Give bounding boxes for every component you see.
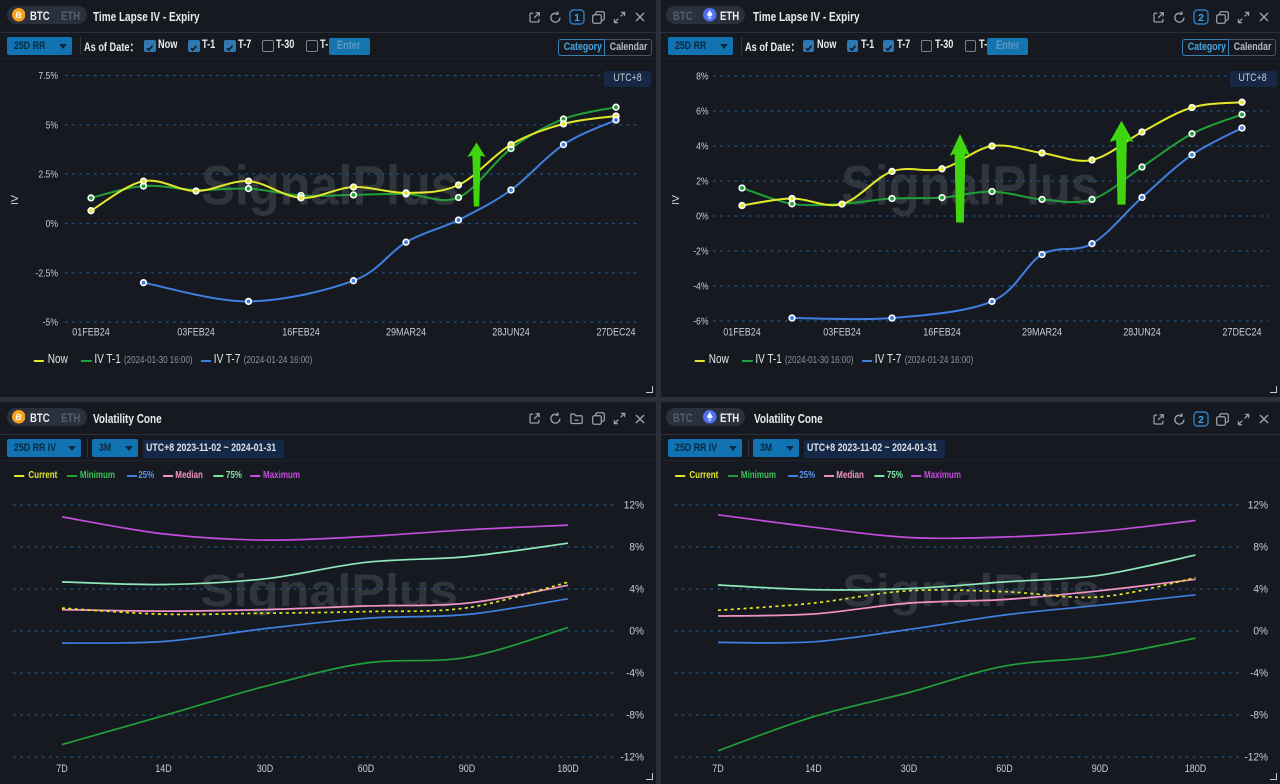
svg-text:60D: 60D <box>358 763 375 775</box>
svg-text:16FEB24: 16FEB24 <box>282 327 320 339</box>
svg-text:-12%: -12% <box>1244 752 1268 764</box>
svg-text:28JUN24: 28JUN24 <box>492 327 530 339</box>
svg-text:180D: 180D <box>557 763 579 775</box>
svg-text:90D: 90D <box>459 763 476 775</box>
svg-text:30D: 30D <box>257 763 274 775</box>
svg-text:2: 2 <box>1198 12 1204 24</box>
svg-text:29MAR24: 29MAR24 <box>386 327 426 339</box>
svg-text:2%: 2% <box>696 176 708 188</box>
svg-text:27DEC24: 27DEC24 <box>1222 327 1261 339</box>
svg-text:1: 1 <box>574 12 580 24</box>
svg-text:-4%: -4% <box>1250 668 1268 680</box>
svg-text:-2%: -2% <box>693 246 708 258</box>
svg-text:28JUN24: 28JUN24 <box>1123 327 1161 339</box>
svg-text:8%: 8% <box>696 71 708 83</box>
svg-text:2.5%: 2.5% <box>38 169 58 181</box>
svg-text:30D: 30D <box>901 763 918 775</box>
svg-text:-4%: -4% <box>693 281 708 293</box>
svg-text:90D: 90D <box>1092 763 1109 775</box>
svg-text:-5%: -5% <box>43 317 58 329</box>
svg-text:-8%: -8% <box>1250 710 1268 722</box>
svg-text:4%: 4% <box>629 584 644 596</box>
svg-text:03FEB24: 03FEB24 <box>823 327 861 339</box>
svg-text:03FEB24: 03FEB24 <box>177 327 215 339</box>
svg-text:7D: 7D <box>712 763 724 775</box>
svg-text:14D: 14D <box>805 763 822 775</box>
svg-text:16FEB24: 16FEB24 <box>923 327 961 339</box>
svg-text:8%: 8% <box>1253 542 1268 554</box>
svg-text:IV: IV <box>9 195 21 205</box>
svg-text:0%: 0% <box>1253 626 1268 638</box>
svg-text:01FEB24: 01FEB24 <box>723 327 761 339</box>
svg-text:14D: 14D <box>155 763 172 775</box>
svg-text:12%: 12% <box>1248 500 1268 512</box>
svg-text:7.5%: 7.5% <box>38 70 58 82</box>
svg-text:0%: 0% <box>696 211 708 223</box>
svg-text:27DEC24: 27DEC24 <box>596 327 635 339</box>
svg-text:-6%: -6% <box>693 316 708 328</box>
svg-text:4%: 4% <box>1253 584 1268 596</box>
svg-text:01FEB24: 01FEB24 <box>72 327 110 339</box>
svg-text:4%: 4% <box>696 141 708 153</box>
svg-text:-4%: -4% <box>626 668 644 680</box>
svg-text:2: 2 <box>1198 414 1204 426</box>
svg-text:180D: 180D <box>1185 763 1207 775</box>
svg-text:60D: 60D <box>996 763 1013 775</box>
svg-text:0%: 0% <box>629 626 644 638</box>
svg-text:5%: 5% <box>46 119 58 131</box>
svg-text:IV: IV <box>670 195 682 205</box>
svg-text:-12%: -12% <box>620 752 644 764</box>
svg-text:12%: 12% <box>624 500 644 512</box>
svg-text:-8%: -8% <box>626 710 644 722</box>
svg-text:0%: 0% <box>46 218 58 230</box>
svg-text:6%: 6% <box>696 106 708 118</box>
svg-text:7D: 7D <box>56 763 68 775</box>
svg-text:-2.5%: -2.5% <box>36 267 59 279</box>
svg-text:8%: 8% <box>629 542 644 554</box>
svg-text:29MAR24: 29MAR24 <box>1022 327 1062 339</box>
